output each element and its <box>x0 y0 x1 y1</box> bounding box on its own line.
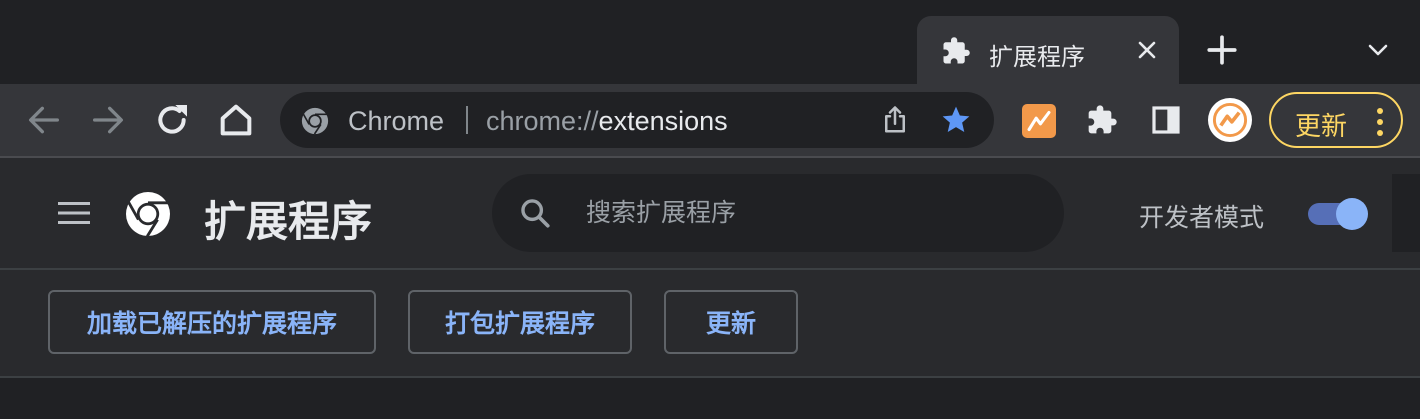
update-label: 更新 <box>1295 111 1348 141</box>
search-input[interactable] <box>584 192 1028 234</box>
page-title: 扩展程序 <box>204 198 373 245</box>
reload-icon[interactable] <box>152 100 192 140</box>
side-panel-icon[interactable] <box>1150 104 1182 136</box>
load-unpacked-button[interactable]: 加载已解压的扩展程序 <box>48 290 376 354</box>
developer-mode-label: 开发者模式 <box>1139 204 1265 232</box>
divider <box>466 106 468 134</box>
more-vert-icon <box>1377 108 1383 136</box>
puzzle-icon <box>943 37 970 64</box>
extensions-header: 扩展程序 开发者模式 <box>0 158 1420 270</box>
developer-mode-toggle[interactable] <box>1306 198 1368 230</box>
chrome-logo-icon <box>126 192 170 238</box>
url-host: extensions <box>598 106 728 136</box>
browser-toolbar: Chrome chrome://extensions 更新 <box>0 84 1420 158</box>
chrome-logo-icon <box>301 107 329 135</box>
pack-extension-button[interactable]: 打包扩展程序 <box>408 290 632 354</box>
search-box[interactable] <box>492 174 1064 252</box>
profile-chart-icon <box>1212 102 1248 138</box>
tab-strip: 扩展程序 <box>0 0 1420 84</box>
trend-line-icon <box>1027 110 1051 132</box>
tab-extensions[interactable]: 扩展程序 <box>917 16 1179 84</box>
scroll-edge <box>1392 174 1420 252</box>
home-icon[interactable] <box>216 100 256 140</box>
update-button[interactable]: 更新 <box>1269 92 1403 148</box>
action-bar: 加载已解压的扩展程序 打包扩展程序 更新 <box>0 270 1420 378</box>
update-extensions-button[interactable]: 更新 <box>664 290 798 354</box>
new-tab-plus-icon[interactable] <box>1205 33 1239 67</box>
content-area <box>0 378 1420 419</box>
extension-chart-icon[interactable] <box>1022 104 1056 138</box>
toggle-knob <box>1336 198 1368 230</box>
chevron-down-icon[interactable] <box>1364 38 1392 62</box>
extensions-puzzle-icon[interactable] <box>1086 104 1118 136</box>
search-icon <box>521 199 550 228</box>
menu-icon[interactable] <box>56 198 92 228</box>
address-bar[interactable]: Chrome chrome://extensions <box>280 92 994 148</box>
tab-title: 扩展程序 <box>989 44 1085 71</box>
close-icon[interactable] <box>1135 38 1159 62</box>
arrow-right-icon[interactable] <box>88 100 128 140</box>
arrow-left-icon[interactable] <box>24 100 64 140</box>
share-icon[interactable] <box>880 104 910 136</box>
url-text[interactable]: chrome://extensions <box>486 106 728 137</box>
avatar[interactable] <box>1208 98 1252 142</box>
site-chip: Chrome <box>348 106 445 136</box>
star-icon[interactable] <box>940 104 972 136</box>
url-scheme: chrome:// <box>486 106 599 136</box>
